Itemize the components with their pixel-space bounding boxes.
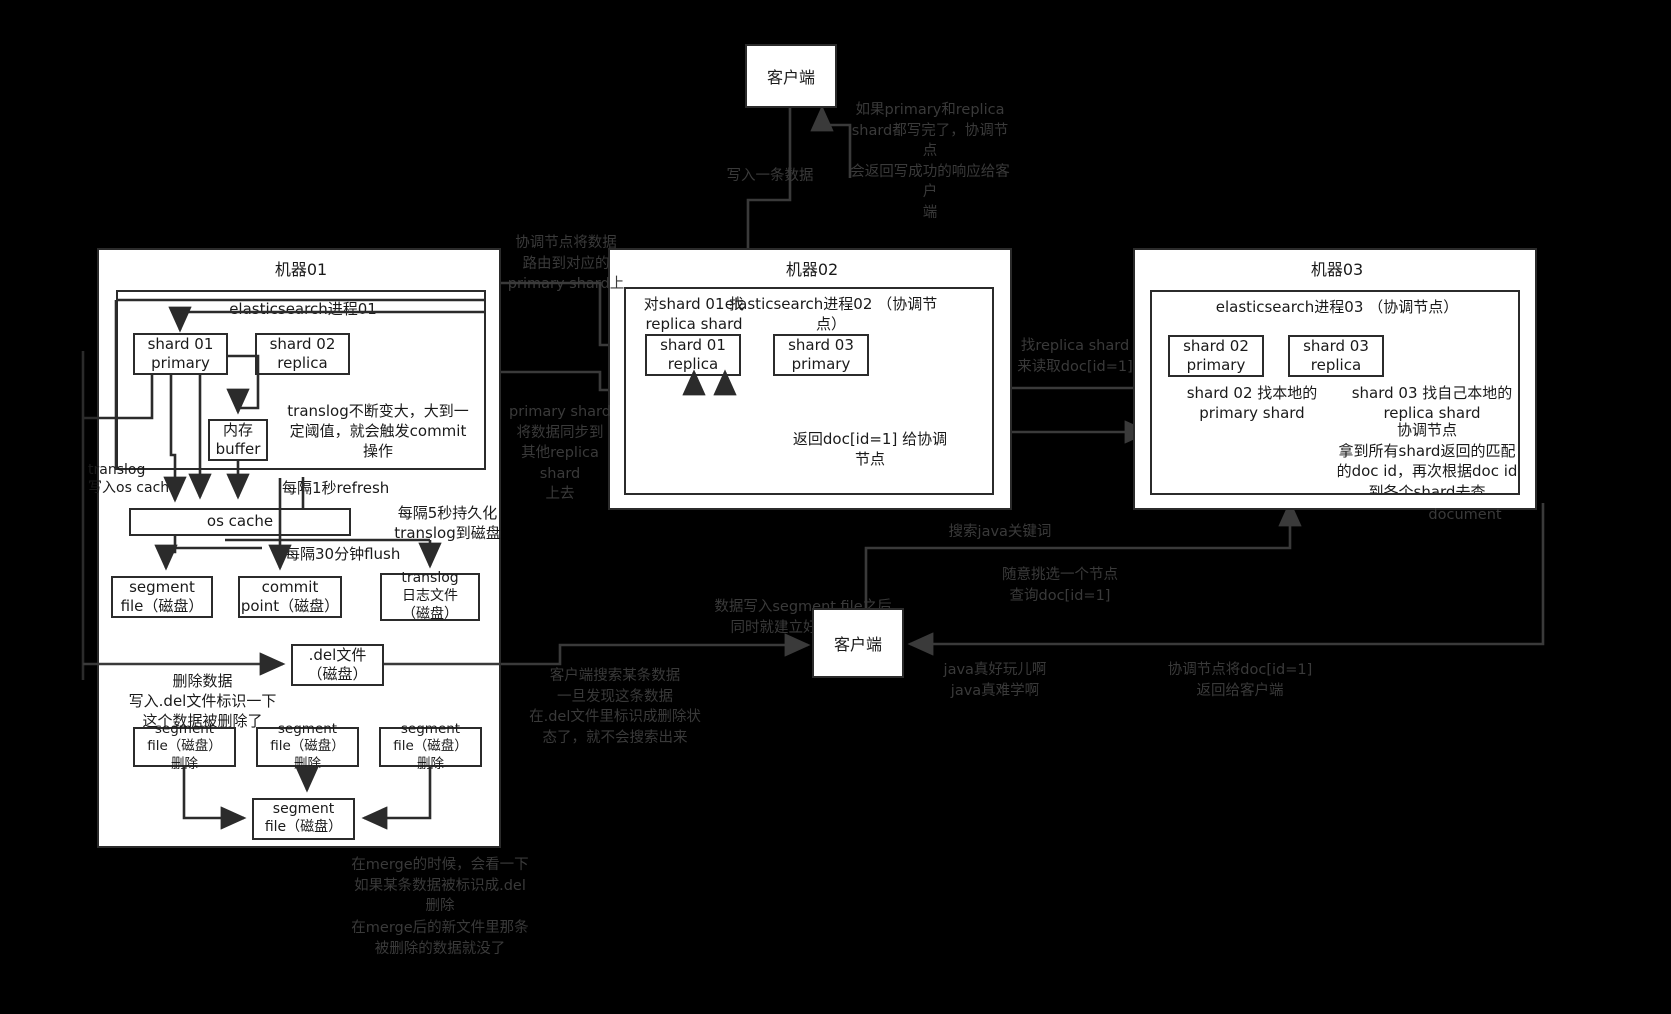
return-line1: 返回doc[id=1] (792, 430, 898, 448)
m02-note-line1: 对shard 01 (643, 295, 725, 313)
m03-coordinator-note: 协调节点 拿到所有shard返回的匹配 的doc id，再次根据doc id 到… (1336, 421, 1518, 495)
translog-file-box: translog 日志文件 （磁盘） (380, 570, 480, 622)
es-process01-title: elasticsearch进程01 (229, 300, 377, 318)
machine03-title: 机器03 (1310, 260, 1364, 279)
m01-shard02-replica: shard 02 replica (255, 333, 350, 375)
label-refresh-1s: 每隔1秒refresh (282, 479, 390, 497)
annotation-merge-note-2: 在merge后的新文件里那条 被删除的数据就没了 (351, 920, 529, 957)
shard-line1: shard 01 (147, 334, 214, 353)
shard-line1: shard 03 (1303, 336, 1369, 355)
shard-line1: shard 01 (660, 335, 726, 354)
annotation-find-replica-read: 找replica shard 来读取doc[id=1] (1017, 338, 1133, 375)
os-cache-label: os cache (206, 512, 274, 531)
segment-file-box: segment file（磁盘） (111, 576, 213, 618)
seg-line1: segment (277, 721, 338, 738)
annotation-random-node: 随意挑选一个节点 查询doc[id=1] (1002, 567, 1118, 604)
merged-line2: file（磁盘） (264, 819, 343, 835)
seg-line3: 删除 (294, 755, 321, 772)
merged-line1: segment (272, 801, 335, 818)
annotation-coordinator-return: 协调节点将doc[id=1] 返回给客户端 (1167, 662, 1313, 699)
translog-line1: translog (401, 570, 459, 587)
machine02-title: 机器02 (785, 260, 839, 279)
merge-segment-1: segment file（磁盘） 删除 (133, 721, 236, 772)
m03-shard02-primary: shard 02 primary (1168, 335, 1264, 377)
m01-shard01-primary: shard 01 primary (133, 333, 228, 375)
shard-line1: shard 02 (1183, 336, 1249, 355)
annotation-search-java: 搜索java关键词 (948, 524, 1052, 540)
merged-segment-file: segment file（磁盘） (252, 798, 355, 840)
machine01-title: 机器01 (274, 260, 328, 279)
commit-point-box: commit point（磁盘） (238, 576, 342, 618)
annotation-route-to-primary: 协调节点将数据 路由到对应的 primary shard上 (507, 235, 625, 293)
mem-buffer-line2: buffer (215, 440, 261, 458)
seg-line3: 删除 (417, 755, 444, 772)
es03-line1: elasticsearch进程03 (1215, 298, 1364, 316)
shard03-note-line1: shard 03 (1351, 384, 1418, 402)
mem-buffer-line1: 内存 (222, 420, 253, 439)
es-process03-title: elasticsearch进程03 （协调节点） (1152, 298, 1518, 318)
m03-shard03-note: shard 03 找自己本地的replica shard (1342, 384, 1518, 424)
annotation-client-search-del: 客户端搜索某条数据 一旦发现这条数据 在.del文件里标识成删除状 态了，就不会… (529, 668, 701, 746)
translog-line2: 日志文件 (402, 588, 458, 605)
shard-line2: replica (667, 355, 719, 373)
label-translog-threshold: translog不断变大，大到一 定阈值，就会触发commit 操作 (287, 402, 469, 460)
del-file-line1: .del文件 (308, 645, 367, 664)
seg-line1: segment (400, 721, 461, 738)
label-flush-30m: 每隔30分钟flush (285, 545, 401, 563)
merge-segment-3: segment file（磁盘） 删除 (379, 721, 482, 772)
annotation-java-result: java真好玩儿啊 java真难学啊 (943, 662, 1047, 699)
label-translog-5s: 每隔5秒持久化 translog到磁盘 (394, 504, 501, 542)
shard-line1: shard 03 (788, 335, 854, 354)
seg-line2: file（磁盘） (147, 738, 222, 755)
annotation-merge-note-1: 在merge的时候，会看一下 如果某条数据被标识成.del 删除 (351, 857, 529, 915)
shard-line2: replica (277, 354, 328, 372)
shard02-note-line1: shard 02 (1186, 384, 1253, 402)
annotation-primary-replica-done: 如果primary和replica shard都写完了，协调节点 会返回写成功的… (850, 102, 1010, 221)
shard-line2: replica (1310, 356, 1362, 374)
m02-return-note: 返回doc[id=1] 给协调节点 (790, 430, 950, 470)
shard-line1: shard 02 (269, 334, 336, 353)
commit-point-line1: commit (261, 577, 319, 596)
shard-line2: primary (151, 354, 210, 372)
os-cache-box: os cache (129, 508, 351, 536)
seg-line3: 删除 (171, 755, 198, 772)
m02-shard03-primary: shard 03 primary (773, 334, 869, 376)
shard-line2: primary (1186, 356, 1246, 374)
annotation-document-tail: document (1428, 507, 1502, 523)
m03-shard03-replica: shard 03 replica (1288, 335, 1384, 377)
mem-buffer-box: 内存 buffer (208, 419, 268, 461)
diagram-canvas: 客户端 如果primary和replica shard都写完了，协调节点 会返回… (0, 0, 1671, 1014)
annotation-sync-to-replica: primary shard 将数据同步到 其他replica shard 上去 (509, 404, 611, 503)
segment-file-line1: segment (129, 577, 195, 596)
es03-line2: （协调节点） (1368, 298, 1459, 316)
m02-left-note: 对shard 01 找replica shard (634, 295, 754, 335)
commit-point-line2: point（磁盘） (240, 597, 340, 615)
del-file-line2: （磁盘） (307, 665, 368, 683)
annotation-write-one-record: 写入一条数据 (726, 168, 814, 184)
annotation-segment-inverted-index: 数据写入segment file之后 同时就建立好倒排索引 (714, 599, 892, 636)
translog-line3: （磁盘） (402, 605, 458, 622)
merge-segment-2: segment file（磁盘） 删除 (256, 721, 359, 772)
seg-line1: segment (154, 721, 215, 738)
seg-line2: file（磁盘） (393, 738, 468, 755)
m03-shard02-note: shard 02 找本地的primary shard (1162, 384, 1342, 424)
m02-shard01-replica: shard 01 replica (645, 334, 741, 376)
del-file-box: .del文件 （磁盘） (291, 644, 384, 686)
seg-line2: file（磁盘） (270, 738, 345, 755)
client-box-top: 客户端 (745, 44, 837, 108)
segment-file-line2: file（磁盘） (120, 597, 204, 615)
es-process03-box: elasticsearch进程03 （协调节点） shard 02 找本地的pr… (1150, 290, 1520, 495)
label-translog-os-cache: translog 写入os cache (88, 462, 178, 497)
shard-line2: primary (791, 355, 851, 373)
client-box-bottom: 客户端 (812, 608, 904, 678)
